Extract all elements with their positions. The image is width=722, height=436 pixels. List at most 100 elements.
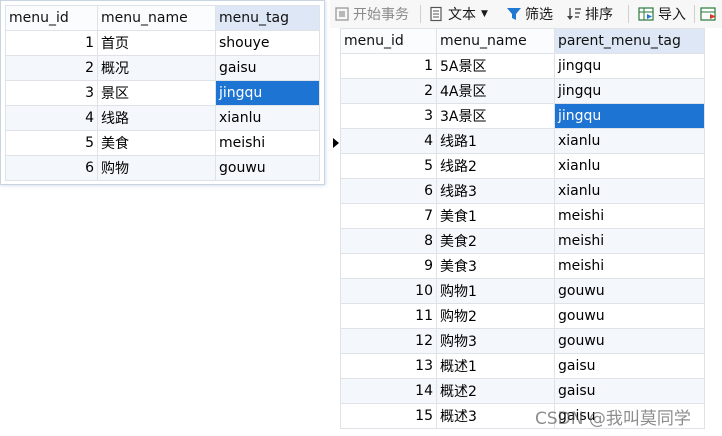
cell-menu-name[interactable]: 3A景区 [436,103,555,129]
cell-parent-menu-tag[interactable]: gouwu [554,328,705,354]
table-row[interactable]: 2 概况 gaisu [5,55,320,81]
begin-transaction-button[interactable]: 开始事务 [334,3,409,25]
table-row[interactable]: 14 概述2 gaisu [340,378,705,404]
cell-parent-menu-tag[interactable]: gouwu [554,303,705,329]
cell-menu-name[interactable]: 概述2 [436,378,555,404]
cell-menu-id[interactable]: 9 [340,253,437,279]
cell-parent-menu-tag[interactable]: gaisu [554,353,705,379]
filter-icon [507,8,521,20]
cell-menu-id[interactable]: 5 [340,153,437,179]
table-row[interactable]: 10 购物1 gouwu [340,278,705,304]
cell-menu-tag-selected[interactable]: jingqu [215,80,320,106]
cell-parent-menu-tag[interactable]: meishi [554,253,705,279]
cell-parent-menu-tag[interactable]: jingqu [554,78,705,104]
cell-menu-id[interactable]: 1 [5,30,98,56]
cell-parent-menu-tag[interactable]: gaisu [554,378,705,404]
cell-menu-name[interactable]: 4A景区 [436,78,555,104]
cell-menu-name[interactable]: 购物 [97,155,216,181]
table-row[interactable]: 2 4A景区 jingqu [340,78,705,104]
cell-menu-name[interactable]: 购物1 [436,278,555,304]
cell-parent-menu-tag[interactable]: meishi [554,203,705,229]
table-row[interactable]: 12 购物3 gouwu [340,328,705,354]
cell-parent-menu-tag[interactable]: xianlu [554,128,705,154]
cell-menu-tag[interactable]: xianlu [215,105,320,131]
cell-parent-menu-tag-selected[interactable]: jingqu [554,103,705,129]
cell-menu-id[interactable]: 3 [5,80,98,106]
dropdown-caret-icon[interactable]: ▼ [481,9,488,19]
table-row[interactable]: 11 购物2 gouwu [340,303,705,329]
table-row[interactable]: 1 5A景区 jingqu [340,53,705,79]
toolbar-divider [628,5,629,23]
cell-menu-id[interactable]: 12 [340,328,437,354]
cell-menu-id[interactable]: 1 [340,53,437,79]
cell-parent-menu-tag[interactable]: xianlu [554,178,705,204]
table-row[interactable]: 5 线路2 xianlu [340,153,705,179]
table-row[interactable]: 3 景区 jingqu [5,80,320,106]
cell-menu-tag[interactable]: gaisu [215,55,320,81]
table-row[interactable]: 6 线路3 xianlu [340,178,705,204]
table-row[interactable]: 13 概述1 gaisu [340,353,705,379]
cell-menu-name[interactable]: 首页 [97,30,216,56]
export-button[interactable] [700,3,718,25]
column-header-parent-menu-tag[interactable]: parent_menu_tag [554,28,705,54]
cell-menu-name[interactable]: 线路 [97,105,216,131]
cell-menu-id[interactable]: 4 [340,128,437,154]
cell-menu-tag[interactable]: shouye [215,30,320,56]
cell-menu-id[interactable]: 4 [5,105,98,131]
text-view-button[interactable]: 文本 ▼ [428,3,488,25]
begin-transaction-label: 开始事务 [353,7,409,23]
cell-menu-name[interactable]: 美食2 [436,228,555,254]
sort-button[interactable]: 排序 [566,3,613,25]
table-row[interactable]: 5 美食 meishi [5,130,320,156]
cell-menu-name[interactable]: 概况 [97,55,216,81]
cell-parent-menu-tag[interactable]: xianlu [554,153,705,179]
column-header-menu-id[interactable]: menu_id [340,28,437,54]
cell-menu-tag[interactable]: gouwu [215,155,320,181]
cell-menu-name[interactable]: 线路3 [436,178,555,204]
cell-menu-name[interactable]: 线路2 [436,153,555,179]
cell-menu-id[interactable]: 11 [340,303,437,329]
table-row[interactable]: 9 美食3 meishi [340,253,705,279]
column-header-menu-name[interactable]: menu_name [436,28,555,54]
cell-menu-id[interactable]: 8 [340,228,437,254]
cell-menu-name[interactable]: 5A景区 [436,53,555,79]
left-data-grid[interactable]: menu_id menu_name menu_tag 1 首页 shouye 2… [5,5,320,181]
table-row[interactable]: 3 3A景区 jingqu [340,103,705,129]
column-header-menu-tag[interactable]: menu_tag [215,5,320,31]
watermark-text: CSDN @我叫莫同学 [535,409,691,429]
cell-menu-id[interactable]: 13 [340,353,437,379]
cell-parent-menu-tag[interactable]: meishi [554,228,705,254]
column-header-menu-id[interactable]: menu_id [5,5,98,31]
cell-parent-menu-tag[interactable]: jingqu [554,53,705,79]
table-row[interactable]: 4 线路1 xianlu [340,128,705,154]
cell-parent-menu-tag[interactable]: gouwu [554,278,705,304]
cell-menu-id[interactable]: 5 [5,130,98,156]
cell-menu-id[interactable]: 6 [340,178,437,204]
table-row[interactable]: 4 线路 xianlu [5,105,320,131]
cell-menu-id[interactable]: 15 [340,403,437,429]
import-button[interactable]: 导入 [638,3,686,25]
column-header-menu-name[interactable]: menu_name [97,5,216,31]
cell-menu-name[interactable]: 美食 [97,130,216,156]
cell-menu-name[interactable]: 景区 [97,80,216,106]
cell-menu-id[interactable]: 10 [340,278,437,304]
cell-menu-name[interactable]: 美食3 [436,253,555,279]
cell-menu-name[interactable]: 购物2 [436,303,555,329]
cell-menu-id[interactable]: 6 [5,155,98,181]
table-row[interactable]: 7 美食1 meishi [340,203,705,229]
cell-menu-name[interactable]: 概述1 [436,353,555,379]
cell-menu-id[interactable]: 2 [340,78,437,104]
cell-menu-tag[interactable]: meishi [215,130,320,156]
table-row[interactable]: 8 美食2 meishi [340,228,705,254]
cell-menu-id[interactable]: 7 [340,203,437,229]
cell-menu-id[interactable]: 2 [5,55,98,81]
cell-menu-name[interactable]: 线路1 [436,128,555,154]
table-row[interactable]: 1 首页 shouye [5,30,320,56]
cell-menu-name[interactable]: 购物3 [436,328,555,354]
cell-menu-id[interactable]: 14 [340,378,437,404]
filter-button[interactable]: 筛选 [506,3,553,25]
table-row[interactable]: 6 购物 gouwu [5,155,320,181]
right-data-grid[interactable]: menu_id menu_name parent_menu_tag 1 5A景区… [340,28,705,429]
cell-menu-name[interactable]: 美食1 [436,203,555,229]
cell-menu-id[interactable]: 3 [340,103,437,129]
